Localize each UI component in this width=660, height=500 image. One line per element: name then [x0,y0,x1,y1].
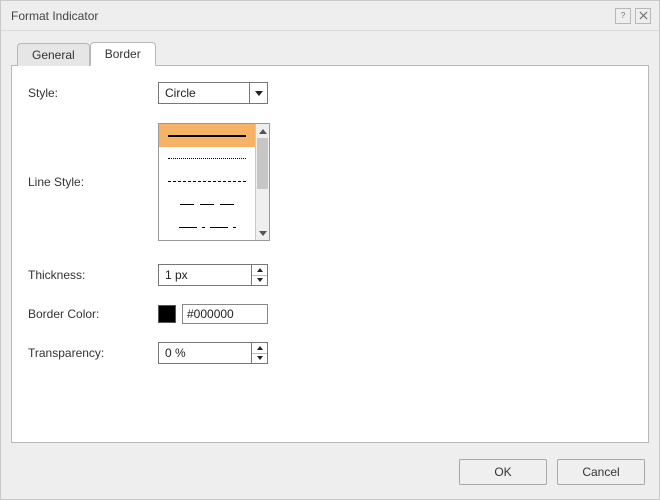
style-select[interactable]: Circle [158,82,268,104]
line-style-items [159,124,255,240]
tab-general[interactable]: General [17,43,90,66]
row-style: Style: Circle [28,82,632,104]
thickness-up-icon[interactable] [252,265,267,275]
row-line-style: Line Style: [28,122,632,242]
scroll-track[interactable] [256,138,269,226]
thickness-down-icon[interactable] [252,275,267,286]
border-color-swatch[interactable] [158,305,176,323]
border-color-value: #000000 [187,307,234,321]
transparency-up-icon[interactable] [252,343,267,353]
scroll-down-icon[interactable] [256,226,269,240]
tab-border-label: Border [105,47,141,61]
row-thickness: Thickness: 1 px [28,264,632,286]
thickness-stepper[interactable]: 1 px [158,264,268,286]
ok-button-label: OK [494,465,511,479]
line-style-list[interactable] [158,123,270,241]
cancel-button-label: Cancel [582,465,619,479]
help-icon[interactable]: ? [615,8,631,24]
row-border-color: Border Color: #000000 [28,304,632,324]
dialog-footer: OK Cancel [459,459,645,485]
thickness-value: 1 px [159,265,251,285]
row-transparency: Transparency: 0 % [28,342,632,364]
transparency-value: 0 % [159,343,251,363]
tab-pane-border: Style: Circle Line Style: [11,65,649,443]
tab-general-label: General [32,48,75,62]
thickness-stepper-buttons [251,265,267,285]
transparency-stepper[interactable]: 0 % [158,342,268,364]
line-style-item-dash-long[interactable] [159,216,255,239]
transparency-down-icon[interactable] [252,353,267,364]
label-line-style: Line Style: [28,175,158,189]
label-thickness: Thickness: [28,268,158,282]
label-border-color: Border Color: [28,307,158,321]
border-color-field[interactable]: #000000 [182,304,268,324]
dialog-title: Format Indicator [11,9,611,23]
tab-border[interactable]: Border [90,42,156,66]
ok-button[interactable]: OK [459,459,547,485]
format-indicator-dialog: Format Indicator ? General Border Style:… [0,0,660,500]
line-style-item-solid[interactable] [159,124,255,147]
label-style: Style: [28,86,158,100]
scroll-thumb[interactable] [257,138,268,189]
cancel-button[interactable]: Cancel [557,459,645,485]
titlebar: Format Indicator ? [1,1,659,31]
line-style-scrollbar[interactable] [255,124,269,240]
tab-strip: General Border [11,41,649,65]
chevron-down-icon [249,83,267,103]
line-style-item-dash-short[interactable] [159,170,255,193]
svg-text:?: ? [620,11,625,20]
line-style-item-dash-medium[interactable] [159,193,255,216]
line-style-item-dotted[interactable] [159,147,255,170]
style-select-value: Circle [159,86,249,100]
close-icon[interactable] [635,8,651,24]
scroll-up-icon[interactable] [256,124,269,138]
transparency-stepper-buttons [251,343,267,363]
label-transparency: Transparency: [28,346,158,360]
dialog-body: General Border Style: Circle Line Style: [11,41,649,443]
